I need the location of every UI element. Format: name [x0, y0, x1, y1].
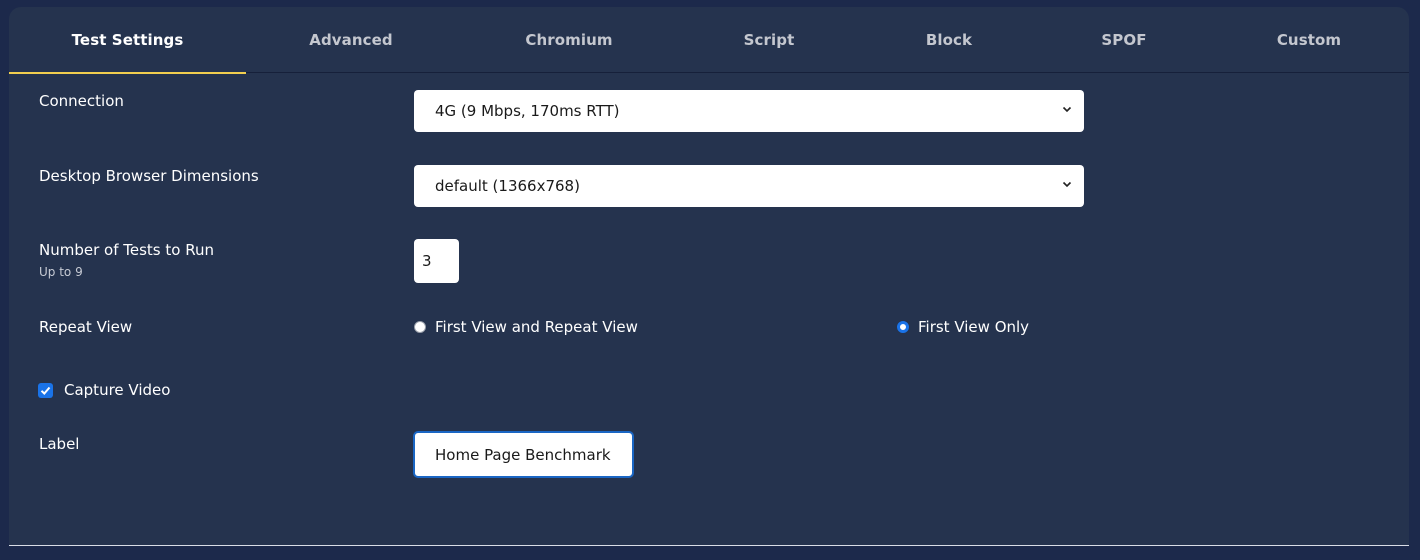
radio-first-and-repeat-view[interactable]: First View and Repeat View: [414, 318, 638, 336]
radio-first-view-only[interactable]: First View Only: [897, 318, 1029, 336]
divider: [9, 545, 1409, 546]
radio-label: First View and Repeat View: [435, 318, 638, 336]
num-tests-hint: Up to 9: [39, 265, 83, 279]
chevron-down-icon: [1062, 106, 1072, 113]
connection-label: Connection: [39, 92, 124, 110]
capture-video-checkbox[interactable]: Capture Video: [38, 381, 170, 399]
tab-spof[interactable]: SPOF: [1029, 7, 1219, 73]
capture-video-label: Capture Video: [64, 381, 171, 399]
radio-button[interactable]: [414, 321, 426, 333]
connection-select[interactable]: 4G (9 Mbps, 170ms RTT): [414, 90, 1084, 132]
connection-value: 4G (9 Mbps, 170ms RTT): [435, 102, 620, 120]
test-settings-panel: Test Settings Advanced Chromium Script B…: [9, 7, 1409, 545]
dimensions-label: Desktop Browser Dimensions: [39, 167, 259, 185]
label-field-label: Label: [39, 435, 80, 453]
checkmark-icon: [40, 386, 51, 395]
dimensions-select[interactable]: default (1366x768): [414, 165, 1084, 207]
tab-script[interactable]: Script: [674, 7, 864, 73]
repeat-view-label: Repeat View: [39, 318, 133, 336]
tab-test-settings[interactable]: Test Settings: [9, 7, 246, 74]
tab-block[interactable]: Block: [854, 7, 1044, 73]
tab-chromium[interactable]: Chromium: [464, 7, 674, 73]
num-tests-input[interactable]: 3: [414, 239, 459, 283]
checkbox-checked[interactable]: [38, 382, 53, 398]
dimensions-value: default (1366x768): [435, 177, 580, 195]
num-tests-label: Number of Tests to Run: [39, 241, 214, 259]
chevron-down-icon: [1062, 181, 1072, 188]
tab-bar: Test Settings Advanced Chromium Script B…: [9, 7, 1409, 74]
label-input-value: Home Page Benchmark: [435, 445, 611, 464]
num-tests-value: 3: [422, 252, 432, 270]
tab-custom[interactable]: Custom: [1214, 7, 1404, 73]
radio-label: First View Only: [918, 318, 1030, 336]
radio-button-checked[interactable]: [897, 321, 909, 333]
label-input[interactable]: Home Page Benchmark: [413, 431, 634, 478]
tab-advanced[interactable]: Advanced: [246, 7, 456, 73]
